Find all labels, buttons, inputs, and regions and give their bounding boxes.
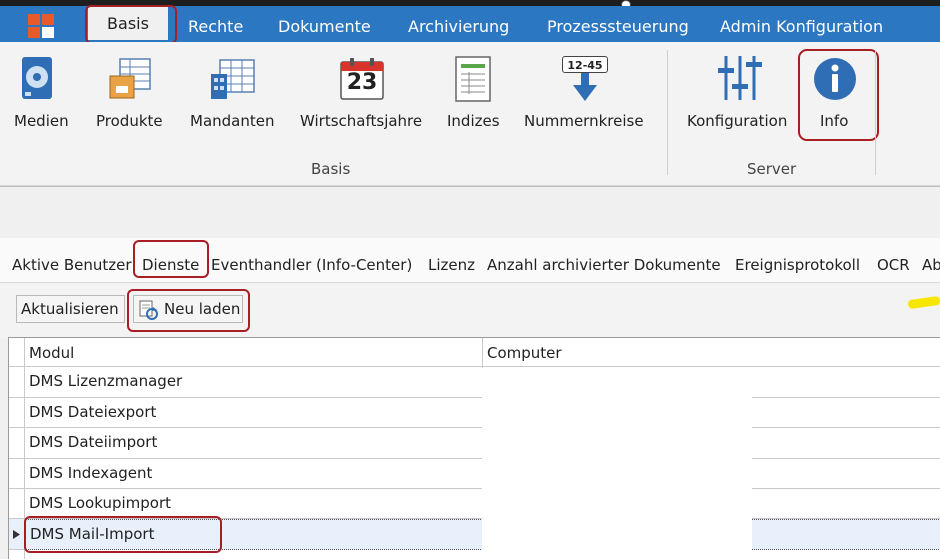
index-sheet-icon — [455, 56, 491, 102]
calendar-day-number: 23 — [346, 70, 378, 95]
product-box-icon — [109, 58, 151, 99]
subtab-dienste[interactable]: Dienste — [142, 256, 199, 274]
ribbon-group-separator — [667, 50, 668, 175]
tab-dokumente[interactable]: Dokumente — [278, 17, 371, 36]
row-header-selected[interactable] — [9, 519, 25, 550]
subtab-aktive-benutzer[interactable]: Aktive Benutzer — [12, 256, 132, 274]
tab-prozesssteuerung[interactable]: Prozesssteuerung — [547, 17, 689, 36]
subtab-ocr[interactable]: OCR — [877, 256, 910, 274]
table-row-modul[interactable]: DMS Dateiimport — [25, 428, 483, 459]
row-header[interactable] — [9, 367, 25, 398]
subtab-anzahl-archivierter-dokumente[interactable]: Anzahl archivierter Dokumente — [487, 256, 721, 274]
ribbon-group-separator-right — [875, 50, 876, 175]
calendar-icon: 23 — [340, 58, 384, 100]
subtab-lizenz[interactable]: Lizenz — [428, 256, 475, 274]
subtab-eventhandler[interactable]: Eventhandler (Info-Center) — [211, 256, 412, 274]
number-range-icon: 12-45 — [562, 56, 610, 102]
ribbon-label-mandanten: Mandanten — [190, 112, 275, 130]
ribbon-label-konfiguration: Konfiguration — [687, 112, 788, 130]
grid-corner — [9, 338, 25, 367]
ribbon-label-indizes: Indizes — [447, 112, 500, 130]
sliders-icon — [718, 56, 762, 100]
ribbon-group-server-label: Server — [747, 160, 797, 178]
row-header[interactable] — [9, 459, 25, 489]
table-row-modul-selected[interactable]: DMS Mail-Import — [25, 519, 483, 550]
row-header[interactable] — [9, 398, 25, 428]
app-logo-icon[interactable] — [27, 13, 55, 39]
reload-icon — [139, 300, 158, 320]
subtab-ab[interactable]: Ab — [922, 256, 940, 274]
table-row-modul[interactable]: DMS Dateiexport — [25, 398, 483, 428]
ribbon-label-produkte: Produkte — [96, 112, 163, 130]
row-header[interactable] — [9, 489, 25, 519]
tab-admin-konfiguration[interactable]: Admin Konfiguration — [720, 17, 883, 36]
info-icon — [814, 58, 856, 100]
ribbon-label-wirtschaftsjahre: Wirtschaftsjahre — [300, 112, 423, 130]
column-header-computer[interactable]: Computer — [483, 338, 940, 367]
ribbon-label-info: Info — [820, 112, 849, 130]
table-row-modul[interactable]: DMS Lizenzmanager — [25, 367, 483, 398]
neu-laden-label: Neu laden — [164, 300, 241, 318]
subtab-ereignisprotokoll[interactable]: Ereignisprotokoll — [735, 256, 860, 274]
current-row-arrow-icon — [13, 530, 20, 539]
disk-icon — [22, 57, 52, 99]
tab-rechte[interactable]: Rechte — [188, 17, 243, 36]
ribbon-group-basis-label: Basis — [311, 160, 351, 178]
services-grid: Modul Computer DMS Lizenzmanager DMS Dat… — [8, 337, 940, 559]
ribbon-label-nummernkreise: Nummernkreise — [524, 112, 644, 130]
table-row-modul[interactable]: DMS Indexagent — [25, 459, 483, 489]
ribbon-label-medien: Medien — [14, 112, 69, 130]
tab-archivierung[interactable]: Archivierung — [408, 17, 509, 36]
row-header[interactable] — [9, 428, 25, 459]
number-range-text: 12-45 — [562, 56, 608, 73]
tab-basis[interactable]: Basis — [88, 7, 168, 40]
table-row-modul[interactable]: DMS Lookupimport — [25, 489, 483, 519]
content-header-band — [0, 186, 940, 240]
neu-laden-button[interactable]: Neu laden — [133, 295, 243, 323]
building-icon — [211, 59, 255, 99]
redacted-computer-values — [482, 368, 752, 559]
column-header-modul[interactable]: Modul — [25, 338, 483, 367]
aktualisieren-button[interactable]: Aktualisieren — [16, 295, 125, 323]
